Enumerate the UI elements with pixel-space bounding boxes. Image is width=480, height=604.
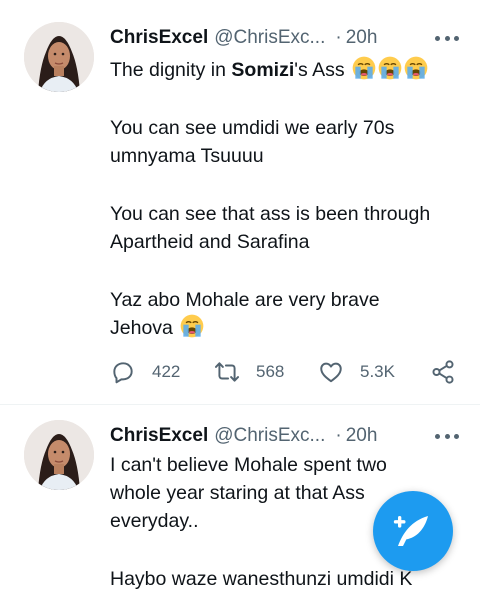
tweet-header: ChrisExcel @ChrisExc... · 20h <box>110 23 462 53</box>
crying-emoji-icon <box>352 56 376 80</box>
text-segment: 's Ass <box>294 59 345 81</box>
retweet-button[interactable]: 568 <box>214 357 284 387</box>
separator-dot: · <box>335 27 342 48</box>
crying-emoji-icon <box>404 56 428 80</box>
tweet-line: Yaz abo Mohale are very brave <box>110 289 380 311</box>
crying-emoji-icon <box>180 314 204 338</box>
author-handle[interactable]: @ChrisExc... <box>214 425 325 447</box>
tweet-header: ChrisExcel @ChrisExc... · 20h <box>110 421 462 451</box>
tweet-line: I can't believe Mohale spent two <box>110 454 387 476</box>
author-handle[interactable]: @ChrisExc... <box>214 27 325 49</box>
author-name[interactable]: ChrisExcel <box>110 27 208 49</box>
tweet-line: umnyama Tsuuuu <box>110 145 264 167</box>
reply-button[interactable]: 422 <box>110 357 180 387</box>
like-button[interactable]: 5.3K <box>318 357 395 387</box>
mention-text: Somizi <box>231 59 295 81</box>
tweet-line: You can see that ass is been through <box>110 203 431 225</box>
tweet-line: Apartheid and Sarafina <box>110 231 310 253</box>
compose-tweet-icon <box>393 516 428 546</box>
tweet-actions: 422 568 5.3K <box>110 357 460 387</box>
crying-emoji-icon <box>378 56 402 80</box>
tweet-time[interactable]: 20h <box>346 425 378 447</box>
avatar[interactable] <box>24 420 94 490</box>
heart-icon <box>320 362 342 383</box>
more-icon[interactable] <box>432 27 462 49</box>
text-segment: The dignity in <box>110 59 232 81</box>
tweet-time[interactable]: 20h <box>346 27 378 49</box>
share-icon <box>432 360 454 384</box>
avatar[interactable] <box>24 22 94 92</box>
compose-tweet-button[interactable] <box>373 491 453 571</box>
text-segment: Jehova <box>110 317 173 339</box>
tweet-line: Jehova <box>110 314 466 342</box>
reply-icon <box>113 362 133 384</box>
share-button[interactable] <box>430 357 456 387</box>
tweet-text: The dignity in Somizi's Ass You can see … <box>110 56 466 342</box>
more-icon[interactable] <box>432 425 462 447</box>
like-count: 5.3K <box>360 362 395 381</box>
retweet-count: 568 <box>256 362 285 381</box>
tweet-line: You can see umdidi we early 70s <box>110 117 395 139</box>
tweet-line: The dignity in Somizi's Ass <box>110 56 466 84</box>
retweet-icon <box>214 362 240 382</box>
separator-dot: · <box>335 425 342 446</box>
author-name[interactable]: ChrisExcel <box>110 425 208 447</box>
reply-count: 422 <box>152 362 181 381</box>
tweet[interactable]: ChrisExcel @ChrisExc... · 20h The dignit… <box>0 0 480 404</box>
